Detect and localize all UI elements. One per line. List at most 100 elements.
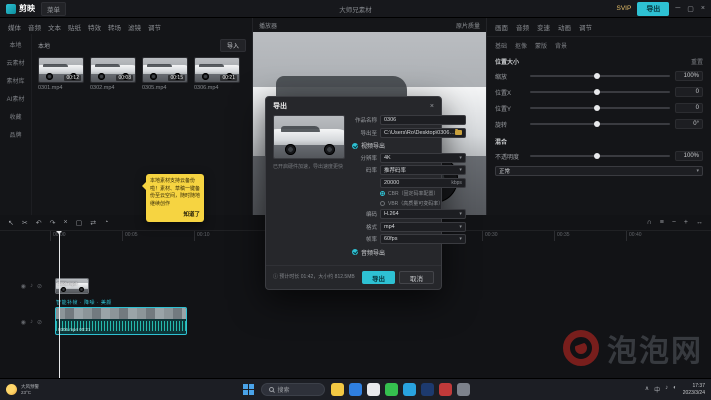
video-export-checkbox[interactable] <box>352 143 358 149</box>
media-clip[interactable]: 00:12 0301.mp4 <box>38 57 84 91</box>
minimize-icon[interactable]: ─ <box>675 5 680 13</box>
properties-tab[interactable]: 调节 <box>579 22 592 32</box>
properties-subtab[interactable]: 蒙版 <box>535 41 547 50</box>
ruler-tick[interactable]: 00:40 <box>626 231 698 241</box>
clip-effect-tags[interactable]: 智能补帧 · 降噪 · 美颜 <box>56 299 112 306</box>
cbr-radio[interactable] <box>380 191 385 196</box>
properties-tab[interactable]: 变速 <box>537 22 550 32</box>
properties-tab[interactable]: 动画 <box>558 22 571 32</box>
properties-tab[interactable]: 音频 <box>516 22 529 32</box>
maximize-icon[interactable]: ▢ <box>687 5 694 13</box>
properties-tab[interactable]: 画面 <box>495 22 508 32</box>
timeline-tool-icon[interactable]: ⇄ <box>90 219 96 227</box>
timeline-tool-icon[interactable]: ✂ <box>22 219 28 227</box>
track-control-icon[interactable]: ⊘ <box>37 283 42 290</box>
slider-handle[interactable] <box>594 73 600 79</box>
track-control-icon[interactable]: ⊘ <box>37 319 42 326</box>
close-icon[interactable]: × <box>701 5 705 13</box>
ruler-tick[interactable]: 00:35 <box>554 231 626 241</box>
export-confirm-button[interactable]: 导出 <box>362 271 395 284</box>
export-cancel-button[interactable]: 取消 <box>399 271 434 284</box>
clip-thumbnail[interactable]: 00:08 <box>90 57 136 83</box>
slider-track[interactable] <box>530 75 670 77</box>
start-button[interactable] <box>242 383 255 396</box>
slider-track[interactable] <box>530 107 670 109</box>
ruler-tick[interactable]: 00:10 <box>194 231 266 241</box>
media-tab[interactable]: 滤镜 <box>128 22 141 32</box>
media-tab[interactable]: 贴纸 <box>68 22 81 32</box>
properties-subtab[interactable]: 背景 <box>555 41 567 50</box>
clip-thumbnail[interactable]: 00:15 <box>142 57 188 83</box>
dialog-close-icon[interactable]: × <box>430 103 434 110</box>
taskbar-app-icon[interactable] <box>331 383 344 396</box>
codec-select[interactable]: H.264 ▾ <box>380 209 466 219</box>
timeline-tool-icon[interactable]: + <box>684 219 688 226</box>
taskbar-app-icon[interactable] <box>421 383 434 396</box>
properties-subtab[interactable]: 抠像 <box>515 41 527 50</box>
timeline-tool-icon[interactable]: ∩ <box>647 219 652 226</box>
work-name-input[interactable]: 0306 <box>380 115 466 125</box>
timeline-tool-icon[interactable]: ≡ <box>660 219 664 226</box>
tray-icon[interactable]: ◐ <box>673 385 677 394</box>
menu-button[interactable]: 菜单 <box>41 2 66 16</box>
media-tab[interactable]: 媒体 <box>8 22 21 32</box>
clip-thumbnail[interactable]: 00:21 <box>194 57 240 83</box>
media-tab[interactable]: 文本 <box>48 22 61 32</box>
slider-handle[interactable] <box>594 121 600 127</box>
media-sidebar-item[interactable]: 品牌 <box>9 130 21 139</box>
format-select[interactable]: mp4 ▾ <box>380 222 466 232</box>
import-button[interactable]: 导入 <box>220 39 246 52</box>
media-clip[interactable]: 00:21 0306.mp4 <box>194 57 240 91</box>
taskbar-clock[interactable]: 17:37 2023/3/24 <box>683 383 705 397</box>
timeline-tool-icon[interactable]: ◔ <box>104 219 108 227</box>
tray-icon[interactable]: ∧ <box>645 385 649 394</box>
slider-handle[interactable] <box>594 105 600 111</box>
tooltip-confirm-button[interactable]: 知道了 <box>150 211 200 219</box>
taskbar-weather-widget[interactable]: 大风预警 23°C <box>6 384 156 395</box>
track-control-icon[interactable]: ♪ <box>30 283 33 290</box>
track-control-icon[interactable]: ♪ <box>30 319 33 326</box>
playhead[interactable] <box>59 231 60 378</box>
taskbar-app-icon[interactable] <box>439 383 452 396</box>
taskbar-app-icon[interactable] <box>349 383 362 396</box>
resolution-select[interactable]: 4K ▾ <box>380 153 466 163</box>
slider-value[interactable]: 100% <box>675 71 703 81</box>
slider-track[interactable] <box>530 91 670 93</box>
media-tab[interactable]: 调节 <box>148 22 161 32</box>
ruler-tick[interactable]: 00:30 <box>482 231 554 241</box>
slider-track[interactable] <box>530 155 670 157</box>
player-quality[interactable]: 原片质量 <box>456 21 480 30</box>
media-sidebar-item[interactable]: 本地 <box>9 40 21 49</box>
timeline-tool-icon[interactable]: ▢ <box>76 219 83 227</box>
media-sidebar-item[interactable]: 素材库 <box>6 76 24 85</box>
track-control-icon[interactable]: ◉ <box>21 319 26 326</box>
timeline-tool-icon[interactable]: − <box>672 219 676 226</box>
taskbar-app-icon[interactable] <box>457 383 470 396</box>
media-clip[interactable]: 00:15 0305.mp4 <box>142 57 188 91</box>
slider-handle[interactable] <box>594 153 600 159</box>
taskbar-app-icon[interactable] <box>367 383 380 396</box>
media-sidebar-item[interactable]: AI素材 <box>7 94 25 103</box>
export-cover-preview[interactable] <box>273 115 345 159</box>
reset-button[interactable]: 重置 <box>691 57 703 66</box>
taskbar-app-icon[interactable] <box>403 383 416 396</box>
export-button-top[interactable]: 导出 <box>637 2 669 16</box>
slider-handle[interactable] <box>594 89 600 95</box>
export-path-input[interactable]: C:\Users\Ro\Desktop\0306… <box>380 128 466 138</box>
blend-mode-select[interactable]: 正常 ▾ <box>495 166 703 176</box>
timeline-tool-icon[interactable]: ↶ <box>36 219 42 227</box>
clip-thumbnail[interactable]: 00:12 <box>38 57 84 83</box>
properties-subtab[interactable]: 基础 <box>495 41 507 50</box>
media-sidebar-item[interactable]: 收藏 <box>9 112 21 121</box>
timeline-tool-icon[interactable]: ↖ <box>8 219 14 227</box>
taskbar-search[interactable]: 搜索 <box>261 383 325 396</box>
taskbar-app-icon[interactable] <box>385 383 398 396</box>
timeline-tool-icon[interactable]: ↔ <box>696 219 703 226</box>
media-tab[interactable]: 特效 <box>88 22 101 32</box>
tray-icon[interactable]: ♪ <box>665 385 668 394</box>
ruler-tick[interactable]: 00:05 <box>122 231 194 241</box>
media-tab[interactable]: 音频 <box>28 22 41 32</box>
track-control-icon[interactable]: ◉ <box>21 283 26 290</box>
bitrate-select[interactable]: 推荐码率 ▾ <box>380 165 466 175</box>
media-sidebar-item[interactable]: 云素材 <box>6 58 24 67</box>
